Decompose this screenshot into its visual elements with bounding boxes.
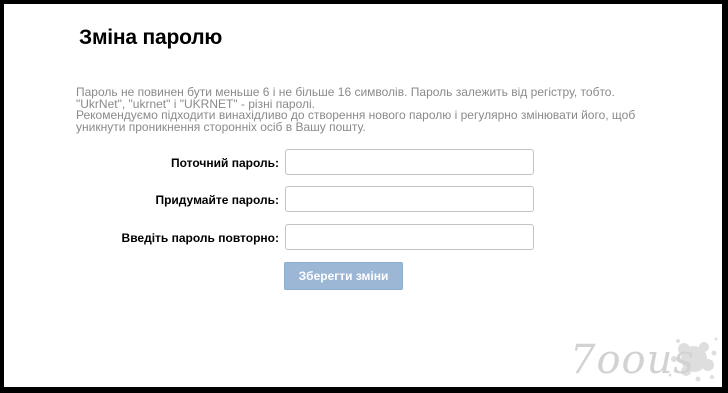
new-password-label: Придумайте пароль: xyxy=(155,193,279,207)
password-info: Пароль не повинен бути меньше 6 і не біл… xyxy=(76,85,636,134)
current-password-field[interactable] xyxy=(285,149,534,175)
password-recommendation-text: Рекомендуємо підходити винахідливо до ст… xyxy=(76,108,636,134)
new-password-row: Придумайте пароль: xyxy=(4,186,722,214)
save-changes-button[interactable]: Зберегти зміни xyxy=(284,262,403,290)
page-frame: Зміна паролю Пароль не повинен бути мень… xyxy=(4,4,722,387)
repeat-password-row: Введіть пароль повторно: xyxy=(4,224,722,252)
page-title: Зміна паролю xyxy=(79,26,223,49)
current-password-row: Поточний пароль: xyxy=(4,149,722,177)
new-password-field[interactable] xyxy=(285,186,534,212)
password-rules-text: Пароль не повинен бути меньше 6 і не біл… xyxy=(76,85,615,111)
repeat-password-field[interactable] xyxy=(285,224,534,250)
watermark: 7oous xyxy=(570,329,720,387)
watermark-logo: 7oous xyxy=(570,337,695,383)
repeat-password-label: Введіть пароль повторно: xyxy=(121,231,279,245)
current-password-label: Поточний пароль: xyxy=(171,156,279,170)
